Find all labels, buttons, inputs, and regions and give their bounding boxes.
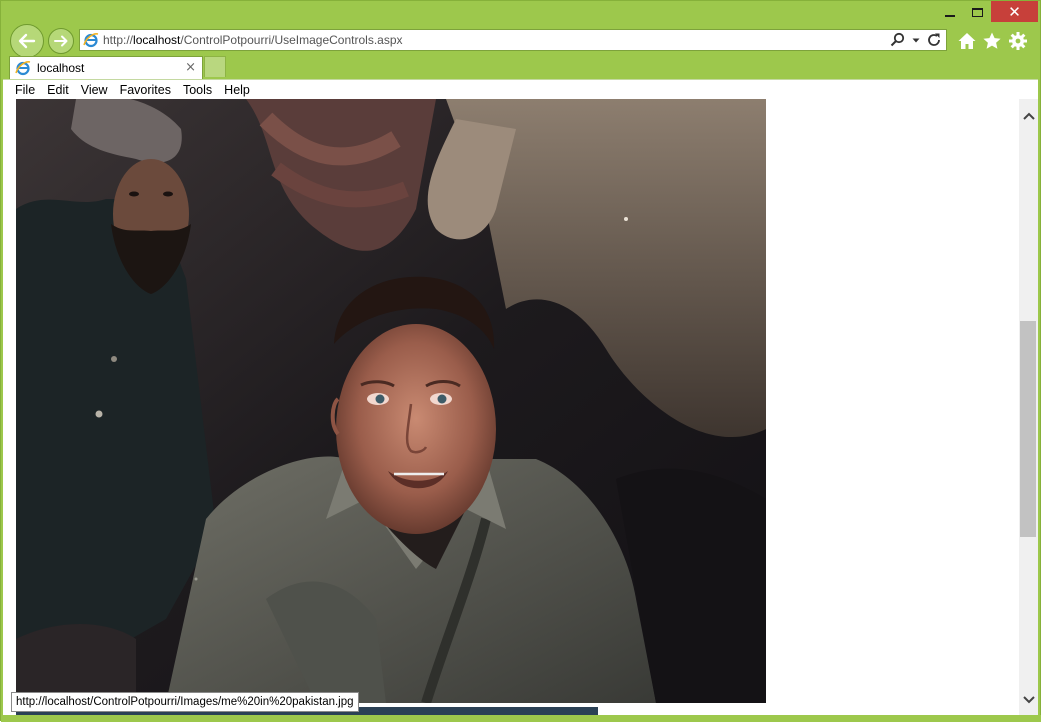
url-prefix: http:// bbox=[103, 33, 134, 47]
page-image[interactable] bbox=[16, 99, 766, 703]
chevron-down-icon bbox=[1022, 696, 1035, 704]
chevron-down-icon[interactable] bbox=[912, 32, 920, 48]
maximize-icon bbox=[971, 7, 983, 17]
forward-button[interactable] bbox=[48, 28, 74, 54]
address-tools bbox=[890, 32, 942, 48]
maximize-button[interactable] bbox=[964, 1, 990, 23]
menu-tools[interactable]: Tools bbox=[177, 80, 218, 100]
tab-label: localhost bbox=[37, 61, 85, 75]
new-tab-button[interactable] bbox=[204, 56, 226, 77]
scroll-up-button[interactable] bbox=[1019, 107, 1038, 125]
url-host: localhost bbox=[133, 33, 181, 47]
search-icon[interactable] bbox=[890, 32, 906, 48]
refresh-icon[interactable] bbox=[926, 32, 942, 48]
tab-localhost[interactable]: localhost × bbox=[9, 56, 203, 79]
star-icon bbox=[983, 32, 1001, 49]
menu-view[interactable]: View bbox=[75, 80, 114, 100]
url-path: /ControlPotpourri/UseImageControls.aspx bbox=[180, 33, 403, 47]
favorites-button[interactable] bbox=[982, 31, 1002, 51]
close-button[interactable]: ✕ bbox=[991, 1, 1038, 22]
photo-drawing bbox=[16, 99, 766, 703]
status-text: http://localhost/ControlPotpourri/Images… bbox=[16, 696, 354, 708]
tab-strip: localhost × bbox=[1, 55, 1041, 79]
tab-close-icon[interactable]: × bbox=[185, 60, 196, 75]
menu-help[interactable]: Help bbox=[218, 80, 256, 100]
chevron-up-icon bbox=[1022, 112, 1035, 120]
minimize-button[interactable] bbox=[937, 1, 963, 23]
menu-bar: File Edit View Favorites Tools Help bbox=[3, 79, 1038, 99]
home-button[interactable] bbox=[957, 31, 977, 51]
menu-favorites[interactable]: Favorites bbox=[114, 80, 177, 100]
back-arrow-icon bbox=[18, 33, 36, 49]
scroll-thumb[interactable] bbox=[1020, 321, 1036, 537]
back-button[interactable] bbox=[10, 24, 44, 58]
close-icon: ✕ bbox=[1008, 2, 1021, 21]
address-bar[interactable]: http://localhost/ControlPotpourri/UseIma… bbox=[79, 29, 947, 51]
status-tooltip: http://localhost/ControlPotpourri/Images… bbox=[11, 692, 359, 712]
ie-logo-icon bbox=[15, 61, 31, 76]
tools-button[interactable] bbox=[1008, 31, 1028, 51]
vertical-scrollbar[interactable] bbox=[1019, 99, 1038, 715]
menu-edit[interactable]: Edit bbox=[41, 80, 75, 100]
gear-icon bbox=[1009, 32, 1027, 50]
minimize-icon bbox=[945, 14, 955, 17]
home-icon bbox=[958, 33, 976, 49]
title-bar: ✕ bbox=[1, 1, 1041, 25]
forward-arrow-icon bbox=[54, 35, 68, 47]
url-text[interactable]: http://localhost/ControlPotpourri/UseIma… bbox=[103, 33, 403, 47]
browser-window: ✕ http://localhost/ControlPotpourri/UseI… bbox=[0, 0, 1041, 722]
ie-logo-icon bbox=[83, 33, 99, 48]
page-viewport bbox=[3, 99, 1019, 715]
menu-file[interactable]: File bbox=[3, 80, 41, 100]
scroll-down-button[interactable] bbox=[1019, 691, 1038, 709]
